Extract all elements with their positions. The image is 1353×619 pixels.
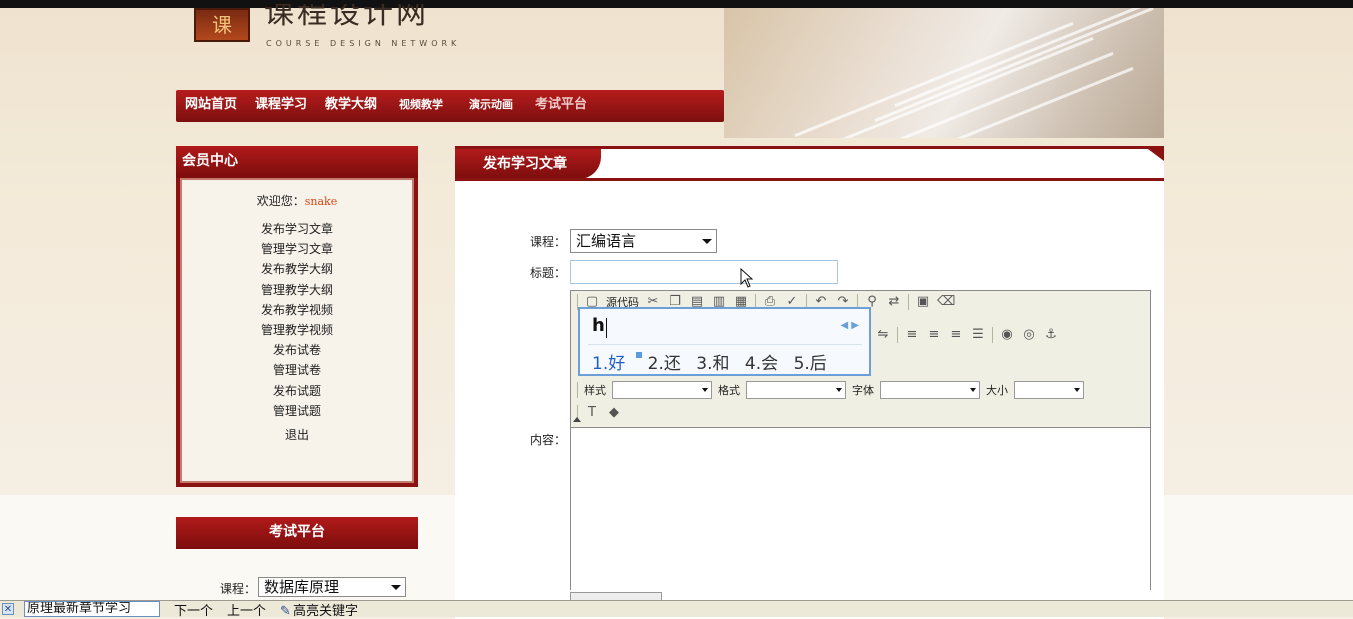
- course-select-value: 汇编语言: [576, 232, 637, 250]
- ime-candidate[interactable]: 3.和: [696, 354, 729, 374]
- background-color-icon[interactable]: ◆: [606, 405, 622, 421]
- ime-composition: h: [592, 315, 605, 336]
- nav-item-home[interactable]: 网站首页: [176, 90, 246, 122]
- nav-item-video-teaching[interactable]: 视频教学: [386, 90, 456, 122]
- sidebar-link-manage-syllabus[interactable]: 管理教学大纲: [182, 280, 412, 300]
- member-center-body: 欢迎您：snake 发布学习文章 管理学习文章 发布教学大纲 管理教学大纲 发布…: [180, 178, 414, 483]
- exam-course-label: 课程：: [220, 582, 257, 596]
- sidebar-link-publish-paper[interactable]: 发布试卷: [182, 340, 412, 360]
- text-color-icon[interactable]: T: [584, 405, 600, 421]
- sidebar-link-logout[interactable]: 退出: [182, 425, 412, 445]
- size-label: 大小: [986, 384, 1008, 397]
- nav-item-demo-animation[interactable]: 演示动画: [456, 90, 526, 122]
- style-label: 样式: [584, 384, 606, 397]
- eraser-icon[interactable]: ⌫: [937, 294, 955, 310]
- collapse-toolbar-icon[interactable]: [573, 417, 581, 422]
- ime-page-arrows-icon[interactable]: ◀ ▶: [840, 320, 859, 331]
- sidebar-link-publish-syllabus[interactable]: 发布教学大纲: [182, 259, 412, 279]
- panel-tab-title: 发布学习文章: [455, 149, 601, 179]
- content-label: 内容：: [530, 433, 567, 447]
- editor-content-area[interactable]: [571, 427, 1150, 590]
- member-center-title: 会员中心: [176, 146, 418, 178]
- title-input[interactable]: [570, 260, 838, 284]
- replace-icon[interactable]: ⇄: [886, 294, 902, 310]
- editor-toolbar-row-3: 样式 格式 字体 大小: [577, 379, 1084, 401]
- chevron-down-icon: [702, 239, 712, 244]
- username: snake: [304, 195, 338, 208]
- course-label: 课程：: [530, 235, 567, 249]
- font-dropdown[interactable]: [880, 381, 980, 399]
- exam-course-value: 数据库原理: [264, 578, 340, 596]
- nav-item-course-study[interactable]: 课程学习: [246, 90, 316, 122]
- panel-corner: [1148, 149, 1164, 161]
- ime-hint-icon: [636, 352, 643, 358]
- align-right-icon[interactable]: ≡: [948, 327, 964, 343]
- sidebar-link-publish-question[interactable]: 发布试题: [182, 381, 412, 401]
- select-all-icon[interactable]: ▣: [915, 294, 931, 310]
- ime-candidate[interactable]: 5.后: [794, 354, 827, 374]
- panel-divider: [455, 178, 1164, 181]
- format-label: 格式: [718, 384, 740, 397]
- editor-toolbar-row-4: T ◆: [577, 402, 622, 424]
- welcome-label: 欢迎您：: [256, 194, 305, 208]
- link-icon[interactable]: ◉: [999, 327, 1015, 343]
- site-logo[interactable]: 课: [194, 8, 250, 42]
- sidebar-link-publish-article[interactable]: 发布学习文章: [182, 219, 412, 239]
- text-direction-icon[interactable]: ⇋: [875, 327, 891, 343]
- ime-candidate-window: h ◀ ▶ 1.好 2.还 3.和 4.会 5.后: [578, 307, 871, 376]
- align-center-icon[interactable]: ≡: [926, 327, 942, 343]
- site-title: 课程设计网: [264, 4, 429, 28]
- top-black-bar: [0, 0, 1353, 8]
- welcome-line: 欢迎您：snake: [182, 192, 412, 209]
- exam-platform-title: 考试平台: [176, 517, 418, 549]
- find-bar: ✕ 原理最新章节学习 下一个 上一个 ✎ 高亮关键字: [0, 600, 1353, 619]
- close-icon[interactable]: ✕: [2, 603, 14, 615]
- toolbar-separator: [897, 327, 898, 343]
- nav-item-exam-platform[interactable]: 考试平台: [526, 90, 596, 122]
- align-justify-icon[interactable]: ☰: [970, 327, 986, 343]
- ime-candidates: 1.好 2.还 3.和 4.会 5.后: [592, 349, 837, 374]
- editor-toolbar-row-2: ⇋ ≡ ≡ ≡ ☰ ◉ ◎ ⚓: [875, 324, 1059, 346]
- toolbar-separator: [577, 382, 578, 398]
- mouse-pointer-icon: [740, 268, 754, 288]
- exam-course-select[interactable]: 数据库原理: [258, 577, 406, 597]
- pencil-icon: ✎: [280, 603, 291, 619]
- unlink-icon[interactable]: ◎: [1021, 327, 1037, 343]
- anchor-icon[interactable]: ⚓: [1043, 327, 1059, 343]
- ime-candidate[interactable]: 1.好: [592, 354, 625, 374]
- ime-candidate[interactable]: 2.还: [648, 354, 681, 374]
- highlight-label: 高亮关键字: [292, 603, 358, 619]
- format-dropdown[interactable]: [746, 381, 846, 399]
- align-left-icon[interactable]: ≡: [904, 327, 920, 343]
- sidebar-link-manage-article[interactable]: 管理学习文章: [182, 239, 412, 259]
- header-building-image: [724, 8, 1164, 138]
- nav-item-syllabus[interactable]: 教学大纲: [316, 90, 386, 122]
- font-label: 字体: [852, 384, 874, 397]
- main-nav: 网站首页 课程学习 教学大纲 视频教学 演示动画 考试平台: [176, 90, 724, 122]
- title-label: 标题：: [530, 266, 567, 280]
- ime-candidate[interactable]: 4.会: [745, 354, 778, 374]
- sidebar-link-manage-video[interactable]: 管理教学视频: [182, 320, 412, 340]
- size-dropdown[interactable]: [1014, 381, 1084, 399]
- site-subtitle: COURSE DESIGN NETWORK: [266, 39, 461, 48]
- member-center-panel: 会员中心 欢迎您：snake 发布学习文章 管理学习文章 发布教学大纲 管理教学…: [176, 146, 418, 487]
- course-select[interactable]: 汇编语言: [570, 229, 717, 253]
- toolbar-separator: [908, 294, 909, 310]
- style-dropdown[interactable]: [612, 381, 712, 399]
- ime-divider: [588, 344, 862, 345]
- sidebar-link-manage-paper[interactable]: 管理试卷: [182, 360, 412, 380]
- sidebar-link-manage-question[interactable]: 管理试题: [182, 401, 412, 421]
- find-input[interactable]: 原理最新章节学习: [24, 601, 160, 617]
- ime-caret: [606, 318, 607, 338]
- toolbar-separator: [992, 327, 993, 343]
- sidebar-link-publish-video[interactable]: 发布教学视频: [182, 300, 412, 320]
- chevron-down-icon: [391, 585, 401, 590]
